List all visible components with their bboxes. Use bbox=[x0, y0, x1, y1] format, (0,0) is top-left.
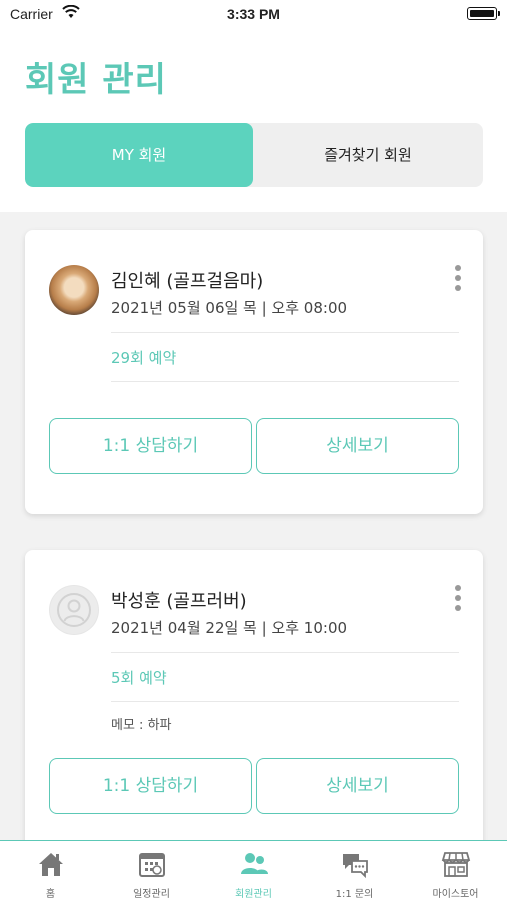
tab-label: 일정관리 bbox=[133, 889, 170, 900]
consult-button[interactable]: 1:1 상담하기 bbox=[49, 758, 252, 814]
tab-my-store[interactable]: 마이스토어 bbox=[405, 841, 506, 901]
member-memo: 메모 : 하파 bbox=[111, 718, 172, 733]
tab-members[interactable]: 회원관리 bbox=[203, 841, 304, 901]
member-filter-segmented-control: MY 회원 즐겨찾기 회원 bbox=[25, 123, 483, 187]
tab-my-members[interactable]: MY 회원 bbox=[25, 123, 253, 187]
clock: 3:33 PM bbox=[227, 6, 280, 22]
divider bbox=[111, 701, 459, 702]
member-name: 김인혜 (골프걸음마) bbox=[111, 271, 264, 292]
bottom-tab-bar: 홈 일정관리 회원관리 1:1 문의 마이스토어 bbox=[0, 840, 507, 901]
reservation-count[interactable]: 29회 예약 bbox=[111, 347, 176, 368]
detail-button[interactable]: 상세보기 bbox=[256, 758, 459, 814]
more-options-icon[interactable] bbox=[453, 585, 463, 619]
member-name: 박성훈 (골프러버) bbox=[111, 591, 247, 612]
tab-schedule[interactable]: 일정관리 bbox=[101, 841, 202, 901]
calendar-icon bbox=[139, 853, 165, 877]
page-title: 회원 관리 bbox=[25, 60, 167, 100]
more-options-icon[interactable] bbox=[453, 265, 463, 299]
consult-button[interactable]: 1:1 상담하기 bbox=[49, 418, 252, 474]
battery-icon bbox=[467, 7, 500, 20]
chat-icon bbox=[343, 854, 368, 879]
member-datetime: 2021년 04월 22일 목 | 오후 10:00 bbox=[111, 619, 348, 637]
avatar bbox=[49, 265, 99, 315]
divider bbox=[111, 652, 459, 653]
header: 회원 관리 MY 회원 즐겨찾기 회원 bbox=[0, 30, 507, 212]
detail-button[interactable]: 상세보기 bbox=[256, 418, 459, 474]
tab-inquiry[interactable]: 1:1 문의 bbox=[304, 841, 405, 901]
reservation-count[interactable]: 5회 예약 bbox=[111, 667, 167, 688]
status-bar: Carrier 3:33 PM bbox=[0, 0, 507, 30]
avatar-placeholder-icon bbox=[49, 585, 99, 635]
divider bbox=[111, 332, 459, 333]
tab-label: 마이스토어 bbox=[432, 889, 479, 900]
tab-label: 1:1 문의 bbox=[335, 889, 374, 900]
tab-home[interactable]: 홈 bbox=[0, 841, 101, 901]
tab-label: 홈 bbox=[45, 889, 56, 900]
store-icon bbox=[441, 852, 471, 877]
divider bbox=[111, 381, 459, 382]
member-card: 김인혜 (골프걸음마) 2021년 05월 06일 목 | 오후 08:00 2… bbox=[25, 230, 483, 514]
tab-label: 회원관리 bbox=[235, 889, 272, 900]
home-icon bbox=[39, 853, 63, 876]
member-card: 박성훈 (골프러버) 2021년 04월 22일 목 | 오후 10:00 5회… bbox=[25, 550, 483, 850]
tab-favorite-members[interactable]: 즐겨찾기 회원 bbox=[253, 123, 483, 187]
members-icon bbox=[241, 853, 268, 874]
member-datetime: 2021년 05월 06일 목 | 오후 08:00 bbox=[111, 299, 348, 317]
